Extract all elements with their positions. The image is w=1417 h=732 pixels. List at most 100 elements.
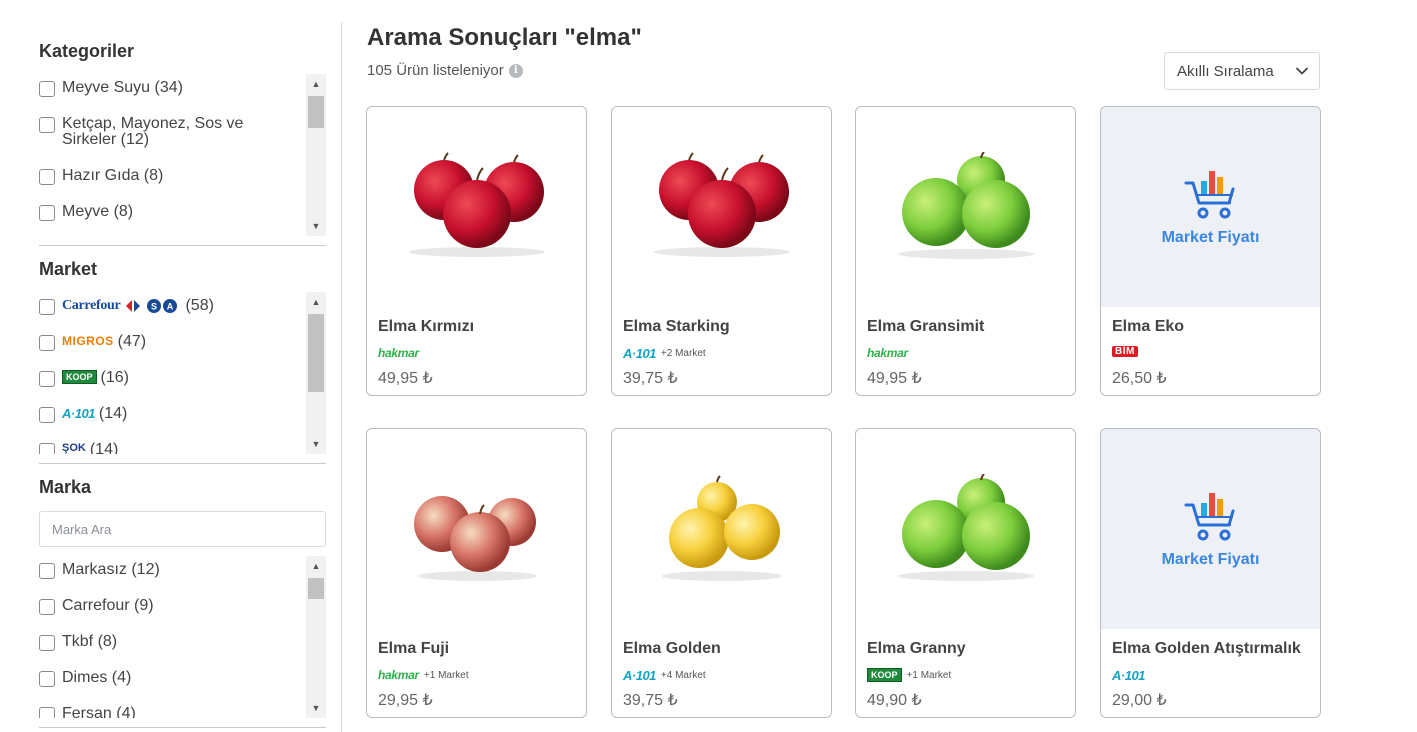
categories-scrollbar[interactable]: ▲ ▼ <box>306 74 326 236</box>
brand-item[interactable]: Tkbf (8) <box>39 634 299 651</box>
filter-sidebar: Kategoriler Meyve Suyu (34) Ketçap, Mayo… <box>39 0 326 732</box>
scroll-down-icon[interactable]: ▼ <box>306 218 326 234</box>
checkbox[interactable] <box>39 635 55 651</box>
categories-title: Kategoriler <box>39 41 135 61</box>
a101-logo: A·101 <box>623 668 656 683</box>
svg-text:A: A <box>167 302 174 312</box>
market-fiyati-label: Market Fiyatı <box>1161 229 1260 246</box>
product-card[interactable]: Elma Gransimit hakmar 49,95 ₺ <box>855 106 1076 396</box>
scroll-thumb[interactable] <box>308 578 324 599</box>
checkbox[interactable] <box>39 335 55 351</box>
product-price: 39,75 ₺ <box>623 370 678 387</box>
product-name: Elma Gransimit <box>867 318 985 335</box>
brand-item[interactable]: Dimes (4) <box>39 670 299 687</box>
product-card[interactable]: Elma Fuji hakmar +1 Market 29,95 ₺ <box>366 428 587 718</box>
product-price: 49,95 ₺ <box>378 370 433 387</box>
info-icon[interactable]: i <box>508 63 523 78</box>
product-price: 26,50 ₺ <box>1112 370 1167 387</box>
scroll-up-icon[interactable]: ▲ <box>306 558 326 574</box>
product-card[interactable]: Elma Granny KOOP +1 Market 49,90 ₺ <box>855 428 1076 718</box>
result-count: 105 Ürün listeleniyor i <box>367 62 523 79</box>
scroll-thumb[interactable] <box>308 96 324 128</box>
product-name: Elma Golden Atıştırmalık <box>1112 640 1301 657</box>
checkbox[interactable] <box>39 407 55 423</box>
product-markets: KOOP +1 Market <box>867 668 951 682</box>
product-name: Elma Golden <box>623 640 721 657</box>
product-price: 39,75 ₺ <box>623 692 678 709</box>
shopping-cart-icon <box>1184 171 1234 219</box>
sok-logo: ŞOK <box>62 442 86 454</box>
market-title: Market <box>39 259 98 279</box>
market-scrollbar[interactable]: ▲ ▼ <box>306 292 326 454</box>
scroll-up-icon[interactable]: ▲ <box>306 294 326 310</box>
market-item-carrefour[interactable]: Carrefour S A (58) <box>39 298 299 315</box>
category-item[interactable]: Meyve Suyu (34) <box>39 80 299 97</box>
scroll-down-icon[interactable]: ▼ <box>306 700 326 716</box>
carrefour-logo: Carrefour S A <box>62 298 181 314</box>
sort-dropdown[interactable]: Akıllı Sıralama <box>1164 52 1320 90</box>
product-image-green-apple <box>856 107 1075 307</box>
hakmar-logo: hakmar <box>378 668 419 682</box>
product-name: Elma Fuji <box>378 640 450 657</box>
divider <box>39 463 326 464</box>
product-card[interactable]: Elma Golden A·101 +4 Market 39,75 ₺ <box>611 428 832 718</box>
svg-text:S: S <box>151 302 157 312</box>
category-item[interactable]: Hazır Gıda (8) <box>39 168 299 185</box>
product-markets: hakmar <box>378 346 424 360</box>
brand-scrollbar[interactable]: ▲ ▼ <box>306 556 326 718</box>
product-markets: hakmar +1 Market <box>378 668 469 682</box>
scroll-thumb[interactable] <box>308 314 324 392</box>
product-card[interactable]: Market Fiyatı Elma Golden Atıştırmalık A… <box>1100 428 1321 718</box>
brand-title: Marka <box>39 477 92 497</box>
brand-item[interactable]: Carrefour (9) <box>39 598 299 615</box>
product-image-placeholder: Market Fiyatı <box>1101 429 1320 629</box>
category-item[interactable]: Meyve (8) <box>39 204 299 221</box>
product-name: Elma Eko <box>1112 318 1185 335</box>
bim-logo: BİM <box>1112 346 1138 357</box>
checkbox[interactable] <box>39 707 55 718</box>
market-item-sok[interactable]: ŞOK (14) <box>39 442 299 454</box>
category-item[interactable]: Ketçap, Mayonez, Sos ve Sirkeler (12) <box>39 116 264 148</box>
product-markets: BİM <box>1112 346 1143 357</box>
scroll-down-icon[interactable]: ▼ <box>306 436 326 452</box>
checkbox[interactable] <box>39 81 55 97</box>
brand-search-input[interactable] <box>39 511 326 547</box>
checkbox[interactable] <box>39 299 55 315</box>
checkbox[interactable] <box>39 599 55 615</box>
product-card[interactable]: Elma Starking A·101 +2 Market 39,75 ₺ <box>611 106 832 396</box>
product-image-placeholder: Market Fiyatı <box>1101 107 1320 307</box>
product-name: Elma Starking <box>623 318 730 335</box>
checkbox[interactable] <box>39 205 55 221</box>
product-card[interactable]: Market Fiyatı Elma Eko BİM 26,50 ₺ <box>1100 106 1321 396</box>
product-image-red-apple <box>612 107 831 307</box>
product-card[interactable]: Elma Kırmızı hakmar 49,95 ₺ <box>366 106 587 396</box>
product-name: Elma Granny <box>867 640 966 657</box>
checkbox[interactable] <box>39 371 55 387</box>
hakmar-logo: hakmar <box>378 346 419 360</box>
product-markets: A·101 <box>1112 668 1150 683</box>
checkbox[interactable] <box>39 443 55 454</box>
brand-item[interactable]: Fersan (4) <box>39 706 299 718</box>
product-image-fuji-apple <box>367 429 586 629</box>
shopping-cart-icon <box>1184 493 1234 541</box>
brand-item[interactable]: Markasız (12) <box>39 562 299 579</box>
product-image-green-apple <box>856 429 1075 629</box>
market-item-migros[interactable]: MIGROS (47) <box>39 334 299 351</box>
page-title: Arama Sonuçları "elma" <box>367 24 642 51</box>
koop-logo: KOOP <box>62 370 97 384</box>
market-fiyati-label: Market Fiyatı <box>1161 551 1260 568</box>
checkbox[interactable] <box>39 117 55 133</box>
chevron-down-icon <box>1296 67 1308 75</box>
market-item-a101[interactable]: A·101 (14) <box>39 406 299 423</box>
product-price: 29,00 ₺ <box>1112 692 1167 709</box>
migros-logo: MIGROS <box>62 334 114 348</box>
hakmar-logo: hakmar <box>867 346 908 360</box>
product-image-yellow-apple <box>612 429 831 629</box>
market-list: Carrefour S A (58) MIGROS (47) KOOP (16) <box>39 292 326 454</box>
divider <box>39 727 326 728</box>
market-item-koop[interactable]: KOOP (16) <box>39 370 299 387</box>
checkbox[interactable] <box>39 671 55 687</box>
scroll-up-icon[interactable]: ▲ <box>306 76 326 92</box>
checkbox[interactable] <box>39 563 55 579</box>
checkbox[interactable] <box>39 169 55 185</box>
